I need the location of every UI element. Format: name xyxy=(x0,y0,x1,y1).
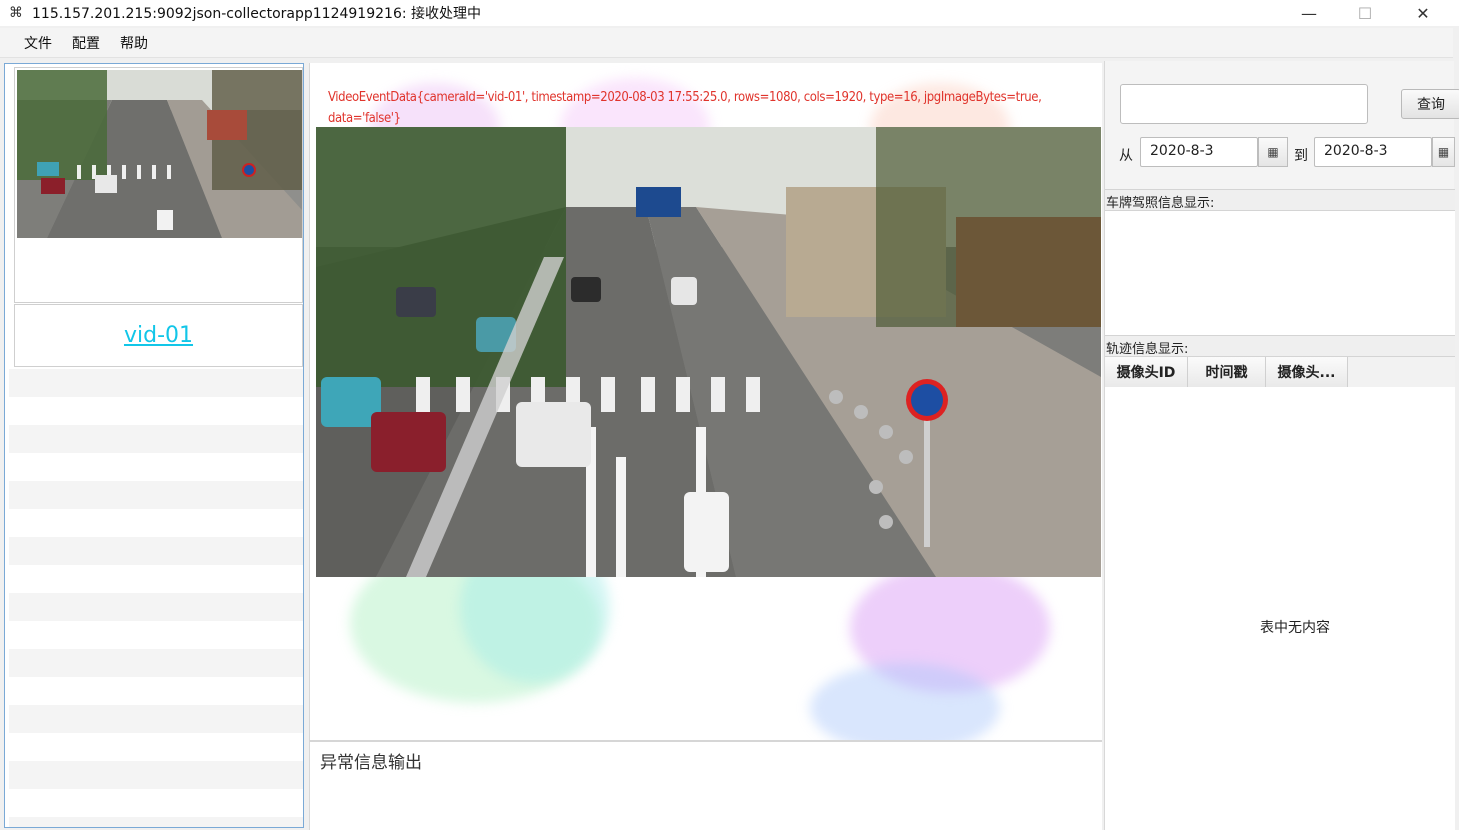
close-icon: ✕ xyxy=(1416,3,1430,23)
video-event-text: VideoEventData{cameraId='vid-01', timest… xyxy=(328,90,1042,126)
track-table-header: 摄像头ID 时间戳 摄像头... xyxy=(1105,357,1455,387)
from-calendar-button[interactable]: ▦ xyxy=(1258,137,1288,167)
list-row xyxy=(9,565,303,593)
maximize-icon: ☐ xyxy=(1357,3,1373,23)
kafka-logo-icon: ⌘ xyxy=(9,5,23,21)
empty-table-message: 表中无内容 xyxy=(1260,620,1330,636)
error-output-title: 异常信息输出 xyxy=(320,753,422,773)
search-input[interactable] xyxy=(1120,84,1368,124)
menu-config[interactable]: 配置 xyxy=(62,33,110,53)
minimize-icon: — xyxy=(1301,3,1317,23)
list-row xyxy=(9,621,303,649)
camera-label-cell[interactable]: vid-01 xyxy=(14,304,303,367)
list-row xyxy=(9,789,303,817)
column-header-timestamp[interactable]: 时间戳 xyxy=(1188,357,1266,387)
window-title: 115.157.201.215:9092json-collectorapp112… xyxy=(32,6,482,22)
track-table-body[interactable]: 表中无内容 xyxy=(1105,387,1455,830)
list-row xyxy=(9,509,303,537)
to-calendar-button[interactable]: ▦ xyxy=(1432,137,1455,167)
column-header-camera-id[interactable]: 摄像头ID xyxy=(1105,357,1188,387)
list-row xyxy=(9,733,303,761)
list-row xyxy=(9,817,303,827)
error-output-panel: 异常信息输出 xyxy=(309,740,1102,830)
menu-help[interactable]: 帮助 xyxy=(110,33,158,53)
from-label: 从 xyxy=(1119,148,1133,164)
camera-thumbnail-image xyxy=(17,70,302,238)
list-row xyxy=(9,397,303,425)
to-date-field[interactable]: 2020-8-3 xyxy=(1314,137,1432,167)
list-row xyxy=(9,369,303,397)
plate-info-header: 车牌驾照信息显示: xyxy=(1105,189,1455,211)
menu-file[interactable]: 文件 xyxy=(14,33,62,53)
list-row xyxy=(9,761,303,789)
menu-bar: 文件 配置 帮助 xyxy=(0,28,1453,58)
minimize-button[interactable]: — xyxy=(1281,0,1337,26)
title-bar: ⌘ 115.157.201.215:9092json-collectorapp1… xyxy=(0,0,1459,26)
column-header-camera-more[interactable]: 摄像头... xyxy=(1266,357,1348,387)
query-panel: 查询 从 2020-8-3 ▦ 到 2020-8-3 ▦ 车牌驾照信息显示: 轨… xyxy=(1104,61,1459,830)
list-row xyxy=(9,537,303,565)
list-row xyxy=(9,705,303,733)
plate-info-area xyxy=(1105,211,1455,335)
query-button[interactable]: 查询 xyxy=(1401,89,1459,119)
close-button[interactable]: ✕ xyxy=(1395,0,1451,26)
camera-list-panel: vid-01 xyxy=(4,63,304,828)
list-row xyxy=(9,593,303,621)
list-row xyxy=(9,649,303,677)
track-info-header: 轨迹信息显示: xyxy=(1105,335,1455,357)
calendar-icon: ▦ xyxy=(1267,145,1279,159)
column-header-filler xyxy=(1348,357,1455,387)
to-label: 到 xyxy=(1294,148,1308,164)
calendar-icon: ▦ xyxy=(1437,145,1450,159)
camera-thumbnail-cell[interactable] xyxy=(14,67,303,303)
video-panel: VideoEventData{cameraId='vid-01', timest… xyxy=(309,63,1102,740)
camera-list-empty-rows xyxy=(9,369,303,827)
list-row xyxy=(9,453,303,481)
list-row xyxy=(9,677,303,705)
from-date-field[interactable]: 2020-8-3 xyxy=(1140,137,1258,167)
video-frame xyxy=(316,127,1101,577)
list-row xyxy=(9,481,303,509)
list-row xyxy=(9,425,303,453)
camera-link[interactable]: vid-01 xyxy=(124,323,193,348)
maximize-button[interactable]: ☐ xyxy=(1337,0,1393,26)
